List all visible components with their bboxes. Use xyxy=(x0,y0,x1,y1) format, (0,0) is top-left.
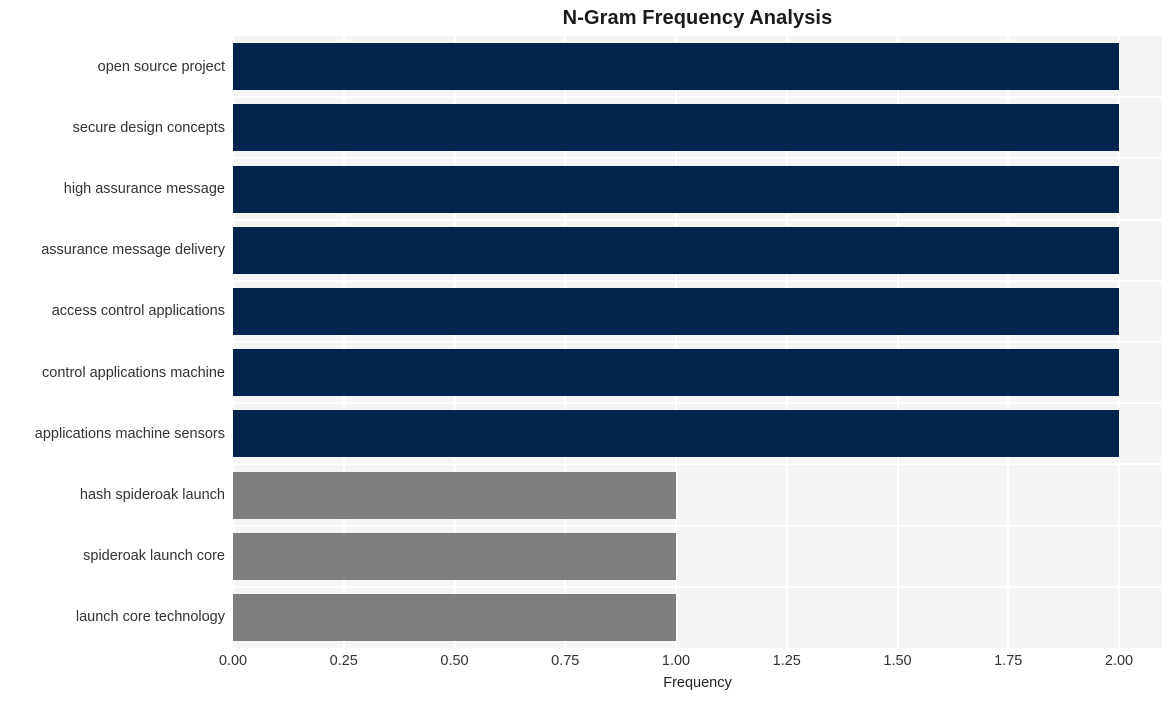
y-axis-label: assurance message delivery xyxy=(41,242,225,259)
x-axis-tick-label: 1.25 xyxy=(772,653,801,669)
y-axis-label: secure design concepts xyxy=(72,119,225,136)
y-axis-label: control applications machine xyxy=(42,364,225,381)
chart-figure: N-Gram Frequency Analysis open source pr… xyxy=(0,0,1172,701)
bar[interactable] xyxy=(233,471,676,519)
x-axis-title: Frequency xyxy=(663,675,732,691)
bar[interactable] xyxy=(233,287,1119,335)
x-axis-tick-label: 0.00 xyxy=(218,653,248,669)
gridline-horizontal xyxy=(233,96,1162,99)
bar[interactable] xyxy=(233,43,1119,91)
x-axis-tick-label: 0.75 xyxy=(551,653,580,669)
y-axis-label: access control applications xyxy=(51,303,225,320)
gridline-horizontal xyxy=(233,279,1162,282)
bar[interactable] xyxy=(233,410,1119,458)
bar[interactable] xyxy=(233,349,1119,397)
y-axis-label: hash spideroak launch xyxy=(79,487,225,503)
bar[interactable] xyxy=(233,226,1119,274)
gridline-horizontal xyxy=(233,218,1162,221)
bar[interactable] xyxy=(233,104,1119,152)
gridline-horizontal xyxy=(233,524,1162,527)
x-axis-tick-label: 0.25 xyxy=(329,653,358,669)
gridline-horizontal xyxy=(233,402,1162,405)
y-axis-label: spideroak launch core xyxy=(83,548,225,565)
x-axis-tick-label: 2.00 xyxy=(1104,653,1134,669)
bar[interactable] xyxy=(233,532,676,580)
gridline-horizontal xyxy=(233,341,1162,343)
plot-area xyxy=(233,36,1162,648)
y-axis-label: applications machine sensors xyxy=(34,425,225,442)
y-axis-label: launch core technology xyxy=(75,609,225,626)
x-axis-tick-label: 1.50 xyxy=(883,653,912,669)
x-axis-tick-label: 1.75 xyxy=(994,653,1023,669)
y-axis-label: high assurance message xyxy=(63,181,225,197)
chart-title: N-Gram Frequency Analysis xyxy=(562,7,833,29)
x-axis-tick-label: 0.50 xyxy=(440,653,469,669)
bar[interactable] xyxy=(233,165,1119,213)
bar[interactable] xyxy=(233,593,676,641)
y-axis-label: open source project xyxy=(97,58,225,75)
gridline-horizontal xyxy=(233,463,1162,466)
gridline-horizontal xyxy=(233,585,1162,588)
x-axis-tick-label: 1.00 xyxy=(661,653,691,669)
gridline-horizontal xyxy=(233,157,1162,160)
